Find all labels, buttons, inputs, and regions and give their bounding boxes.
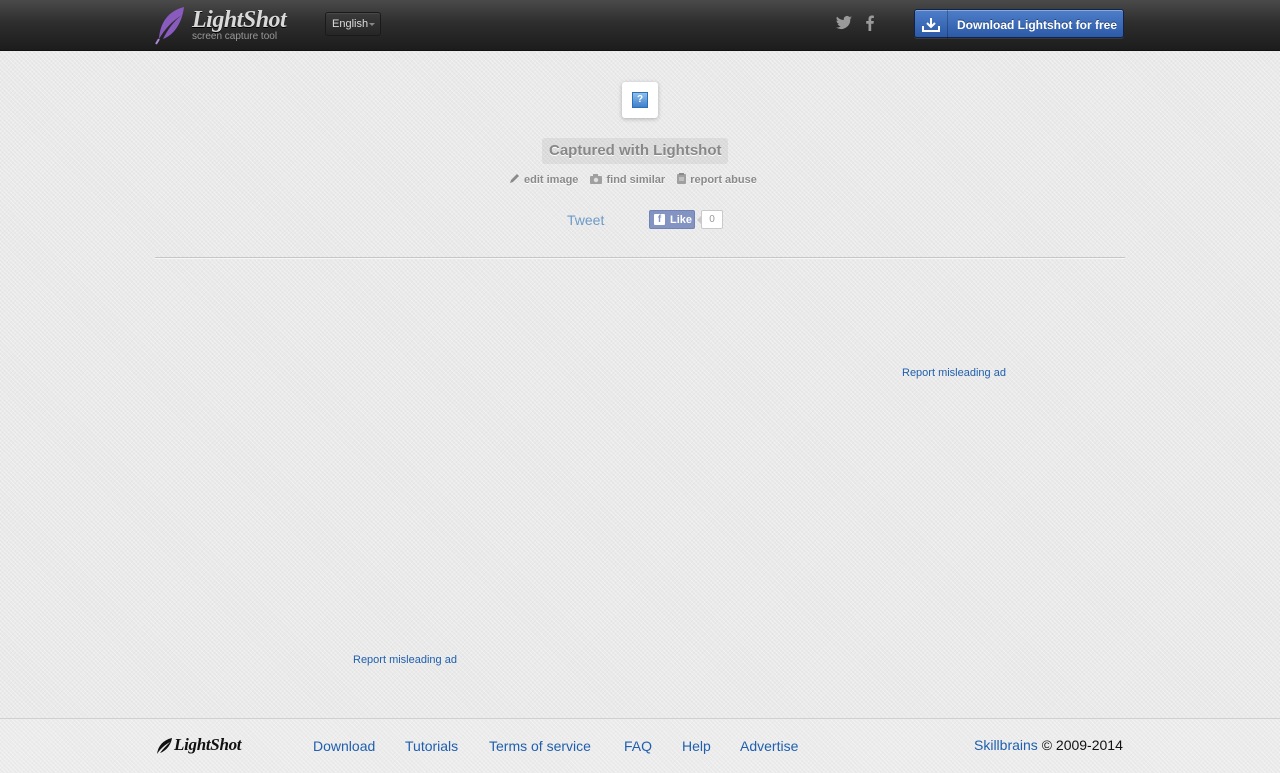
facebook-f-icon: f <box>654 214 665 225</box>
edit-image-label: edit image <box>524 174 579 186</box>
pencil-icon <box>510 174 519 183</box>
footer-link-advertise[interactable]: Advertise <box>740 738 798 754</box>
footer-link-help[interactable]: Help <box>682 738 711 754</box>
find-similar-label: find similar <box>606 174 666 186</box>
logo-tagline: screen capture tool <box>192 31 278 42</box>
image-caption: Captured with Lightshot <box>542 138 729 164</box>
footer-link-terms[interactable]: Terms of service <box>489 738 591 754</box>
like-count: 0 <box>697 210 723 229</box>
top-navbar: LightShot screen capture tool English Do… <box>0 0 1280 51</box>
copyright: Skillbrains © 2009-2014 <box>974 737 1123 753</box>
find-similar-link[interactable]: find similar <box>589 173 665 186</box>
lightshot-logo[interactable]: LightShot screen capture tool <box>154 5 294 45</box>
tweet-button[interactable]: Tweet <box>567 212 604 228</box>
chevron-down-icon <box>369 23 375 26</box>
report-abuse-link[interactable]: report abuse <box>676 172 757 186</box>
report-misleading-ad-link[interactable]: Report misleading ad <box>902 367 1006 379</box>
twitter-icon[interactable] <box>834 13 854 33</box>
language-value: English <box>332 18 369 30</box>
copyright-text: © 2009-2014 <box>1041 737 1123 753</box>
feather-logo-icon <box>157 738 172 754</box>
footer-link-tutorials[interactable]: Tutorials <box>405 738 458 754</box>
logo-name: LightShot <box>192 7 287 33</box>
download-button[interactable]: Download Lightshot for free <box>914 9 1124 39</box>
footer-logo-name: LightShot <box>174 735 242 754</box>
footer-link-faq[interactable]: FAQ <box>624 738 652 754</box>
skillbrains-link[interactable]: Skillbrains <box>974 737 1038 753</box>
feather-logo-icon <box>155 7 184 45</box>
footer-logo[interactable]: LightShot <box>155 735 242 760</box>
edit-image-link[interactable]: edit image <box>508 172 578 186</box>
screenshot-thumbnail[interactable]: ? <box>622 82 658 118</box>
clipboard-icon <box>677 173 687 184</box>
content-divider <box>155 257 1125 259</box>
page-footer: LightShot Download Tutorials Terms of se… <box>0 718 1280 773</box>
download-button-label: Download Lightshot for free <box>957 18 1117 32</box>
report-misleading-ad-link[interactable]: Report misleading ad <box>353 654 457 666</box>
image-actions: edit image find similar report abuse <box>508 172 765 188</box>
camera-icon <box>590 174 603 184</box>
footer-link-download[interactable]: Download <box>313 738 375 754</box>
download-tray-icon <box>915 10 948 39</box>
missing-image-icon: ? <box>632 92 648 108</box>
like-label: Like <box>670 214 693 226</box>
facebook-like-button[interactable]: f Like <box>649 210 695 229</box>
facebook-icon[interactable] <box>860 13 880 33</box>
language-select[interactable]: English <box>325 12 381 36</box>
report-abuse-label: report abuse <box>690 174 757 186</box>
